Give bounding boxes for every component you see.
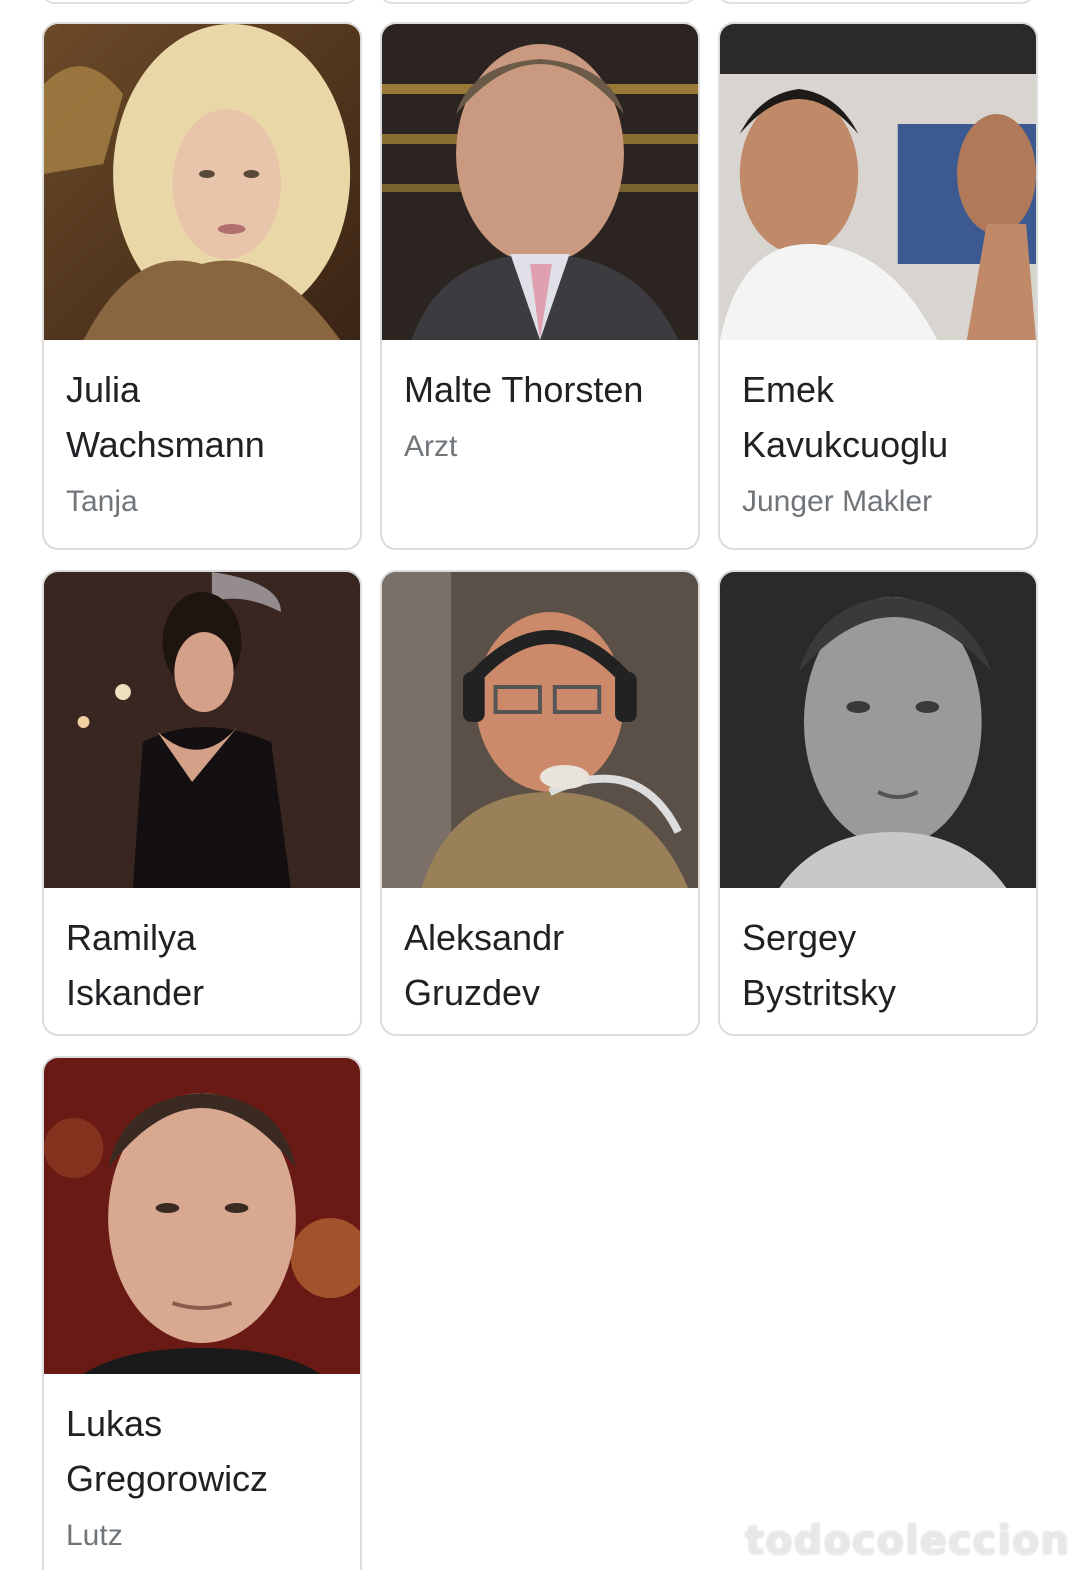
actor-photo — [382, 24, 698, 340]
cast-card[interactable]: Sergey Bystritsky — [718, 570, 1038, 1036]
actor-photo — [382, 572, 698, 888]
actor-name: Julia Wachsmann — [66, 369, 265, 465]
actor-name: Emek Kavukcuoglu — [742, 369, 949, 465]
actor-name: Ramilya Iskander — [66, 917, 205, 1013]
cast-card[interactable]: Emek Kavukcuoglu Junger Makler — [718, 22, 1038, 550]
previous-row-card[interactable] — [718, 0, 1034, 4]
cast-card[interactable]: Julia Wachsmann Tanja — [42, 22, 362, 550]
actor-name: Sergey Bystritsky — [742, 917, 897, 1013]
previous-row-card[interactable] — [380, 0, 696, 4]
cast-grid: Julia Wachsmann Tanja Malte Thorsten Arz… — [42, 22, 1038, 1570]
actor-name: Aleksandr Gruzdev — [404, 917, 565, 1013]
watermark-logo: todocoleccion — [745, 1518, 1070, 1564]
character-role: Arzt — [404, 430, 458, 463]
character-role: Lutz — [66, 1519, 123, 1552]
cast-card[interactable]: Malte Thorsten Arzt — [380, 22, 700, 550]
previous-row-card[interactable] — [42, 0, 358, 4]
actor-name: Malte Thorsten — [404, 369, 644, 410]
actor-photo — [44, 572, 360, 888]
actor-name: Lukas Gregorowicz — [66, 1403, 269, 1499]
actor-photo — [44, 24, 360, 340]
actor-photo — [720, 24, 1036, 340]
character-role: Tanja — [66, 485, 138, 518]
actor-photo — [44, 1058, 360, 1374]
cast-card[interactable]: Lukas Gregorowicz Lutz — [42, 1056, 362, 1570]
cast-card[interactable]: Ramilya Iskander — [42, 570, 362, 1036]
actor-photo — [720, 572, 1036, 888]
cast-card[interactable]: Aleksandr Gruzdev — [380, 570, 700, 1036]
cast-grid-page: Julia Wachsmann Tanja Malte Thorsten Arz… — [0, 0, 1080, 1570]
character-role: Junger Makler — [742, 485, 933, 518]
